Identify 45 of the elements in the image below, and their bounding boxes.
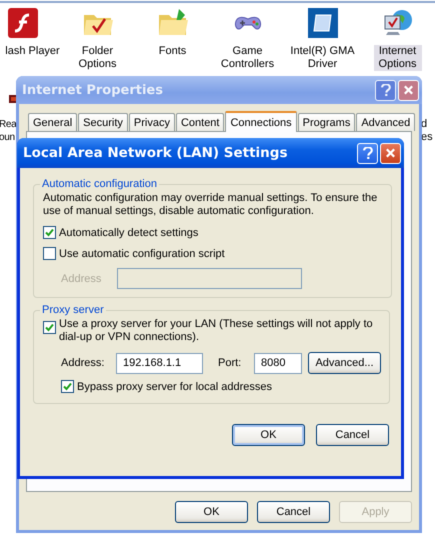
port-field[interactable]: 8080 xyxy=(254,352,302,374)
description-text: Automatic configuration may override manual settings. To ensure the use of manual settings, disable automatic configuration. xyxy=(43,192,378,218)
close-button[interactable] xyxy=(380,142,401,164)
flash-icon[interactable] xyxy=(6,7,38,39)
help-button[interactable] xyxy=(357,142,378,164)
icon-label[interactable]: Intel(R) GMA Driver xyxy=(288,45,358,71)
dialog-button[interactable]: OK xyxy=(232,424,305,446)
icon-label[interactable]: Folder Options xyxy=(62,45,132,71)
group-title: Automatic configuration xyxy=(41,178,158,190)
checkbox[interactable] xyxy=(61,380,74,393)
tab[interactable]: Privacy xyxy=(128,113,175,131)
question-icon xyxy=(380,84,391,96)
checkbox[interactable] xyxy=(43,321,56,334)
field-label: Port: xyxy=(218,357,242,369)
tab[interactable]: Connections xyxy=(225,111,297,132)
icon-label[interactable]: Game Controllers xyxy=(212,45,282,71)
advanced-button[interactable]: Advanced... xyxy=(308,352,381,374)
tab[interactable]: Content xyxy=(176,113,224,131)
tab[interactable]: General xyxy=(28,113,78,131)
address-field[interactable]: 192.168.1.1 xyxy=(116,352,203,374)
checkbox-label[interactable]: Automatically detect settings xyxy=(59,226,198,238)
checkbox-label[interactable]: Bypass proxy server for local addresses xyxy=(77,380,272,392)
field-label: Address xyxy=(61,272,102,284)
window-title: Internet Properties xyxy=(22,82,163,98)
tab[interactable]: Programs xyxy=(298,113,356,131)
group-title: Proxy server xyxy=(41,304,105,316)
icon-label[interactable]: Rea xyxy=(0,118,16,131)
display-icon[interactable] xyxy=(306,7,338,39)
close-icon xyxy=(385,147,396,159)
dialog-button[interactable]: Cancel xyxy=(257,501,330,523)
icon-label[interactable]: Internet Options xyxy=(374,45,422,71)
dialog-button[interactable]: Cancel xyxy=(316,424,389,446)
tab[interactable]: Security xyxy=(78,113,128,131)
window-title: Local Area Network (LAN) Settings xyxy=(23,145,288,161)
checkbox[interactable] xyxy=(43,226,56,239)
checkbox[interactable] xyxy=(43,247,56,260)
field-label: Address: xyxy=(61,357,106,369)
checkbox-label[interactable]: Use a proxy server for your LAN (These settings will not apply to dial-up or VPN connections). xyxy=(59,318,379,344)
tab[interactable]: Advanced xyxy=(356,113,416,131)
question-icon xyxy=(362,147,373,159)
checkbox-label[interactable]: Use automatic configuration script xyxy=(59,248,225,260)
icon-label[interactable]: Fonts xyxy=(138,45,208,58)
icon-label[interactable]: lash Player xyxy=(4,45,61,58)
dialog-button[interactable]: OK xyxy=(175,501,248,523)
close-icon xyxy=(403,84,414,96)
